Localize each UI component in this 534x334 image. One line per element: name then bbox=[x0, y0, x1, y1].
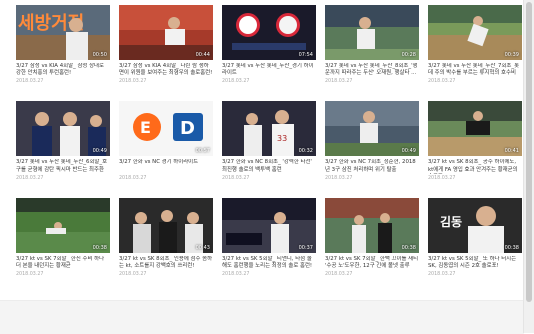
video-date: 2018.03.27 bbox=[16, 175, 44, 181]
video-duration: 00:38 bbox=[401, 244, 416, 251]
video-card[interactable]: 00:49 3/27 롯데 vs 두산 롯데_두산_6회말_호구를 균형에 감탄… bbox=[16, 101, 110, 181]
video-card[interactable]: 김동 00:38 3/27 kt vs SK 5회말_ 또 하나 터지는 SK,… bbox=[428, 197, 522, 278]
video-thumbnail[interactable]: 07:54 bbox=[222, 5, 316, 60]
video-date: 2018.03.27 bbox=[119, 79, 147, 85]
video-card[interactable]: 00:38 3/27 kt vs SK 7회말_ 한진 수비 하나 더 본을 내… bbox=[16, 197, 110, 278]
video-title[interactable]: 3/27 kt vs SK 8회초_ 인용에 점수 좀하는 kt, 소트를지 강… bbox=[119, 256, 213, 270]
video-date: 2018.03.27 bbox=[222, 79, 250, 85]
video-card[interactable]: 00:41 3/27 kt vs SK 8회초_ 공수 하이에도, kt에게 F… bbox=[428, 101, 522, 181]
video-date: 2018.03.27 bbox=[428, 79, 456, 85]
video-card[interactable]: 00:39 3/27 롯데 vs 두산 롯데_두산_7회초_롯데 주의 박수를 … bbox=[428, 5, 522, 84]
video-card[interactable]: 07:54 3/27 롯데 vs 두산 롯데_두산_경기 하이라이트 2018.… bbox=[222, 5, 316, 84]
video-duration: 00:49 bbox=[92, 148, 107, 155]
video-title[interactable]: 3/27 롯데 vs 두산 롯데_두산_8회초_'행운까지 따라주는 두산' 오… bbox=[325, 63, 419, 77]
video-title[interactable]: 3/27 한화 vs NC 7회초_정준현, 2018년 3구 삼진 처리하며 … bbox=[325, 159, 419, 173]
video-thumbnail[interactable]: 33 00:32 bbox=[222, 101, 316, 157]
video-date: 2018.03.27 bbox=[119, 272, 147, 278]
video-thumbnail[interactable]: 00:28 bbox=[325, 5, 419, 60]
video-duration: 00:37 bbox=[298, 244, 313, 251]
video-card[interactable]: 세방거전 00:50 3/27 삼성 vs KIA 4회말_ 삼성 상대로 강한… bbox=[16, 5, 110, 84]
video-date: 2018.03.27 bbox=[325, 175, 353, 181]
page-footer bbox=[0, 300, 524, 334]
video-thumbnail[interactable]: 00:43 bbox=[119, 197, 213, 253]
video-title[interactable]: 3/27 kt vs SK 5회말_ 티앤디, 타점 올해도 홈런행을 노리는 … bbox=[222, 256, 316, 270]
video-title[interactable]: 3/27 kt vs SK 5회말_ 또 하나 터지는 SK, 김동엽의 시즌 … bbox=[428, 256, 522, 270]
video-card[interactable]: 00:44 3/27 삼성 vs KIA 4회말_ 다린 람 챙하면이 위원을 … bbox=[119, 5, 213, 84]
video-thumbnail[interactable]: 김동 00:38 bbox=[428, 197, 522, 253]
video-title[interactable]: 3/27 롯데 vs 두산 롯데_두산_경기 하이라이트 bbox=[222, 63, 316, 77]
video-card[interactable]: 00:38 3/27 kt vs SK 7회말_ 한백 끄이를 새티 '수공 노… bbox=[325, 197, 419, 278]
video-thumbnail[interactable]: E D 00:57 bbox=[119, 101, 213, 157]
video-title[interactable]: 3/27 삼성 vs KIA 4회말_ 삼성 상대로 강한 안치홍의 투런홈런! bbox=[16, 63, 110, 77]
video-date: 2018.03.27 bbox=[119, 175, 147, 181]
video-card[interactable]: E D 00:57 3/27 한화 vs NC 경기 하이라이트 2018.03… bbox=[119, 101, 213, 181]
svg-text:D: D bbox=[180, 118, 195, 139]
video-date: 2018.03.27 bbox=[428, 175, 456, 181]
video-title[interactable]: 3/27 kt vs SK 7회말_ 한진 수비 하나 더 본을 내던지는 황재… bbox=[16, 256, 110, 270]
video-title[interactable]: 3/27 롯데 vs 두산 롯데_두산_6회말_호구를 균형에 감탄 픽시마 반… bbox=[16, 159, 110, 173]
video-thumbnail[interactable]: 00:39 bbox=[428, 5, 522, 60]
video-thumbnail[interactable]: 00:41 bbox=[428, 101, 522, 157]
video-card[interactable]: 00:49 3/27 한화 vs NC 7회초_정준현, 2018년 3구 삼진… bbox=[325, 101, 419, 181]
video-duration: 00:57 bbox=[195, 148, 210, 155]
video-duration: 00:50 bbox=[92, 52, 107, 58]
video-duration: 00:39 bbox=[504, 52, 519, 58]
video-thumbnail[interactable]: 00:49 bbox=[16, 101, 110, 157]
video-duration: 00:28 bbox=[401, 52, 416, 58]
video-duration: 07:54 bbox=[298, 52, 313, 58]
video-duration: 00:38 bbox=[504, 244, 519, 251]
video-duration: 00:38 bbox=[92, 244, 107, 251]
video-date: 2018.03.27 bbox=[16, 272, 44, 278]
svg-text:33: 33 bbox=[277, 134, 287, 143]
video-duration: 00:32 bbox=[298, 148, 313, 155]
video-thumbnail[interactable]: 00:37 bbox=[222, 197, 316, 253]
video-thumbnail[interactable]: 00:38 bbox=[16, 197, 110, 253]
video-title[interactable]: 3/27 삼성 vs KIA 4회말_ 다린 람 챙하면이 위원을 보여주는 최… bbox=[119, 63, 213, 77]
video-grid: 세방거전 00:50 3/27 삼성 vs KIA 4회말_ 삼성 상대로 강한… bbox=[16, 5, 522, 278]
video-title[interactable]: 3/27 한화 vs NC 8회초_ '강력한 타선' 최진행 솔로의 백투백 … bbox=[222, 159, 316, 173]
video-duration: 00:43 bbox=[195, 244, 210, 251]
video-date: 2018.03.27 bbox=[325, 79, 353, 85]
video-card[interactable]: 00:37 3/27 kt vs SK 5회말_ 티앤디, 타점 올해도 홈런행… bbox=[222, 197, 316, 278]
video-date: 2018.03.27 bbox=[428, 272, 456, 278]
video-title[interactable]: 3/27 한화 vs NC 경기 하이라이트 bbox=[119, 159, 213, 173]
video-title[interactable]: 3/27 kt vs SK 8회초_ 공수 하이에도, kt에게 FA 영입 효… bbox=[428, 159, 522, 173]
video-date: 2018.03.27 bbox=[222, 175, 250, 181]
video-thumbnail[interactable]: 00:49 bbox=[325, 101, 419, 157]
video-title[interactable]: 3/27 롯데 vs 두산 롯데_두산_7회초_롯데 주의 박수를 부르는 류지… bbox=[428, 63, 522, 77]
video-date: 2018.03.27 bbox=[325, 272, 353, 278]
scrollbar-thumb[interactable] bbox=[526, 2, 532, 302]
video-thumbnail[interactable]: 세방거전 00:50 bbox=[16, 5, 110, 60]
video-thumbnail[interactable]: 00:44 bbox=[119, 5, 213, 60]
video-title[interactable]: 3/27 kt vs SK 7회말_ 한백 끄이를 새티 '수공 노'도우한, … bbox=[325, 256, 419, 270]
svg-text:김동: 김동 bbox=[440, 214, 462, 229]
video-card[interactable]: 00:28 3/27 롯데 vs 두산 롯데_두산_8회초_'행운까지 따라주는… bbox=[325, 5, 419, 84]
video-date: 2018.03.27 bbox=[16, 79, 44, 85]
svg-text:E: E bbox=[140, 118, 151, 137]
video-date: 2018.03.27 bbox=[222, 272, 250, 278]
video-card[interactable]: 00:43 3/27 kt vs SK 8회초_ 인용에 점수 좀하는 kt, … bbox=[119, 197, 213, 278]
video-thumbnail[interactable]: 00:38 bbox=[325, 197, 419, 253]
video-duration: 00:44 bbox=[195, 52, 210, 58]
vertical-scrollbar[interactable] bbox=[523, 0, 534, 333]
video-card[interactable]: 33 00:32 3/27 한화 vs NC 8회초_ '강력한 타선' 최진행… bbox=[222, 101, 316, 181]
video-duration: 00:49 bbox=[401, 148, 416, 155]
video-duration: 00:41 bbox=[504, 148, 519, 155]
